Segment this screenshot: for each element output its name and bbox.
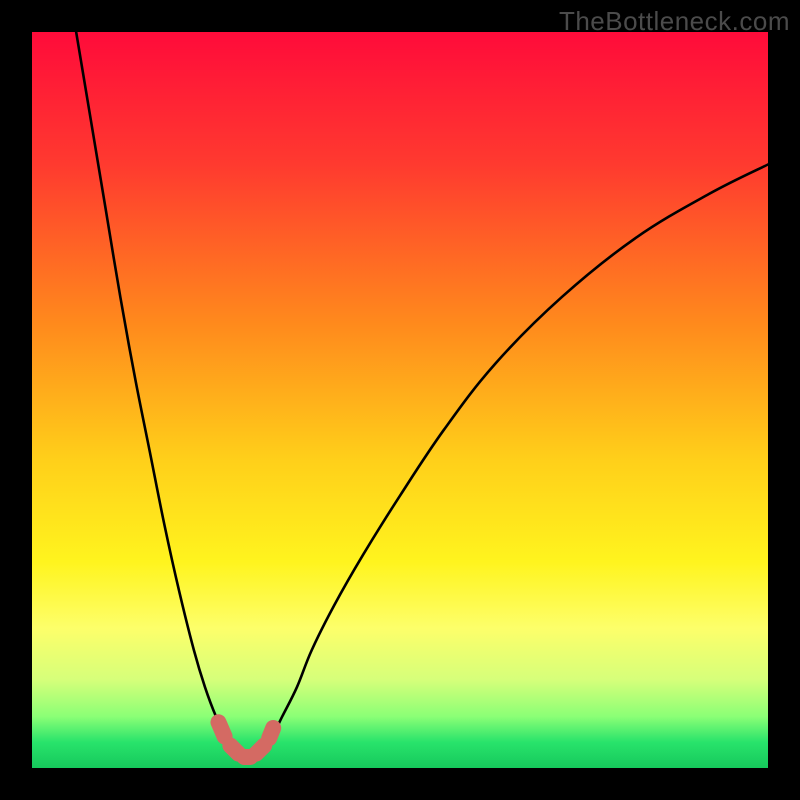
chart-plot-area xyxy=(32,32,768,768)
valley-marker xyxy=(218,722,224,736)
chart-svg xyxy=(32,32,768,768)
valley-marker xyxy=(269,728,273,738)
valley-marker xyxy=(256,746,264,754)
watermark-text: TheBottleneck.com xyxy=(559,6,790,37)
chart-background-gradient xyxy=(32,32,768,768)
valley-marker xyxy=(230,746,238,754)
chart-frame: TheBottleneck.com xyxy=(0,0,800,800)
